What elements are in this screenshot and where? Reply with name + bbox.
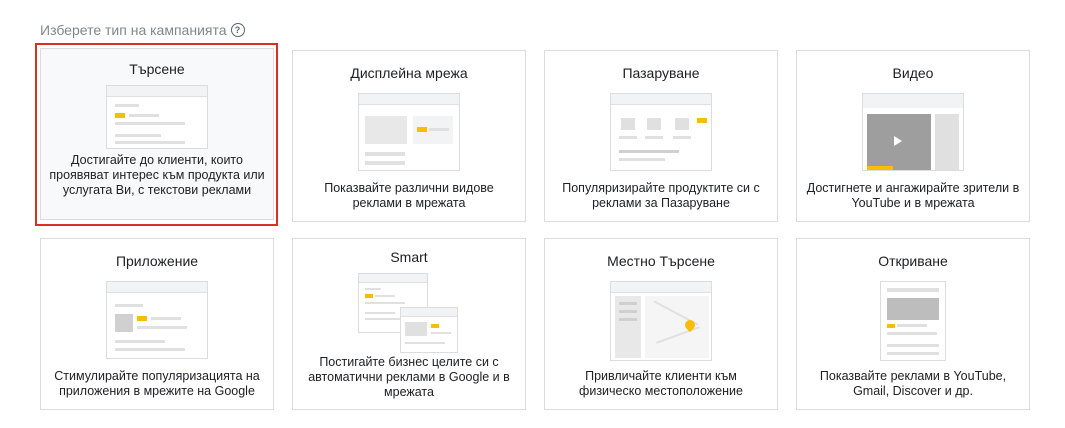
card-title: Пазаруване — [622, 65, 700, 81]
card-description: Показвайте различни видове реклами в мре… — [324, 181, 494, 210]
card-description: Популяризирайте продуктите си с реклами … — [562, 181, 760, 210]
discovery-illustration-icon — [862, 281, 964, 361]
app-illustration-icon — [106, 281, 208, 359]
card-title: Местно Търсене — [607, 253, 715, 269]
card-description: Показвайте реклами в YouTube, Gmail, Dis… — [819, 369, 1007, 398]
card-title: Приложение — [115, 253, 199, 269]
card-title: Smart — [390, 249, 428, 265]
campaign-card-discovery[interactable]: Откриване Показвайте реклами в YouTube, … — [796, 238, 1030, 410]
heading-text: Изберете тип на кампанията — [40, 22, 227, 38]
campaign-card-video[interactable]: Видео Достигнете и ангажирайте зрители в… — [796, 50, 1030, 222]
card-title: Откриване — [878, 253, 948, 269]
campaign-card-smart[interactable]: Smart Постигайте бизнес целите си с авто… — [292, 238, 526, 410]
card-description: Стимулирайте популяризацията на приложен… — [54, 369, 260, 398]
card-description: Привличайте клиенти към физическо местоп… — [579, 369, 743, 398]
campaign-card-app[interactable]: Приложение Стимулирайте популяризацията … — [40, 238, 274, 410]
card-title: Видео — [892, 65, 934, 81]
campaign-card-search[interactable]: Търсене Достигайте до клиенти, които про… — [40, 48, 274, 220]
campaign-card-display[interactable]: Дисплейна мрежа Показвайте различни видо… — [292, 50, 526, 222]
page-heading: Изберете тип на кампанията ? — [40, 22, 245, 38]
campaign-card-shopping[interactable]: Пазаруване Популяризирайте продуктите си… — [544, 50, 778, 222]
card-description: Постигайте бизнес целите си с автоматичн… — [308, 355, 510, 399]
campaign-card-local[interactable]: Местно Търсене Привличайте клиенти към ф… — [544, 238, 778, 410]
card-title: Търсене — [129, 61, 185, 77]
smart-illustration-icon — [358, 273, 460, 355]
search-illustration-icon — [106, 85, 208, 149]
card-title: Дисплейна мрежа — [350, 65, 468, 81]
display-illustration-icon — [358, 93, 460, 171]
video-illustration-icon — [862, 93, 964, 171]
card-description: Достигайте до клиенти, които проявяват и… — [49, 153, 265, 197]
shopping-illustration-icon — [610, 93, 712, 171]
local-map-illustration-icon — [610, 281, 712, 361]
card-description: Достигнете и ангажирайте зрители в YouTu… — [806, 181, 1020, 210]
help-icon[interactable]: ? — [230, 23, 245, 37]
